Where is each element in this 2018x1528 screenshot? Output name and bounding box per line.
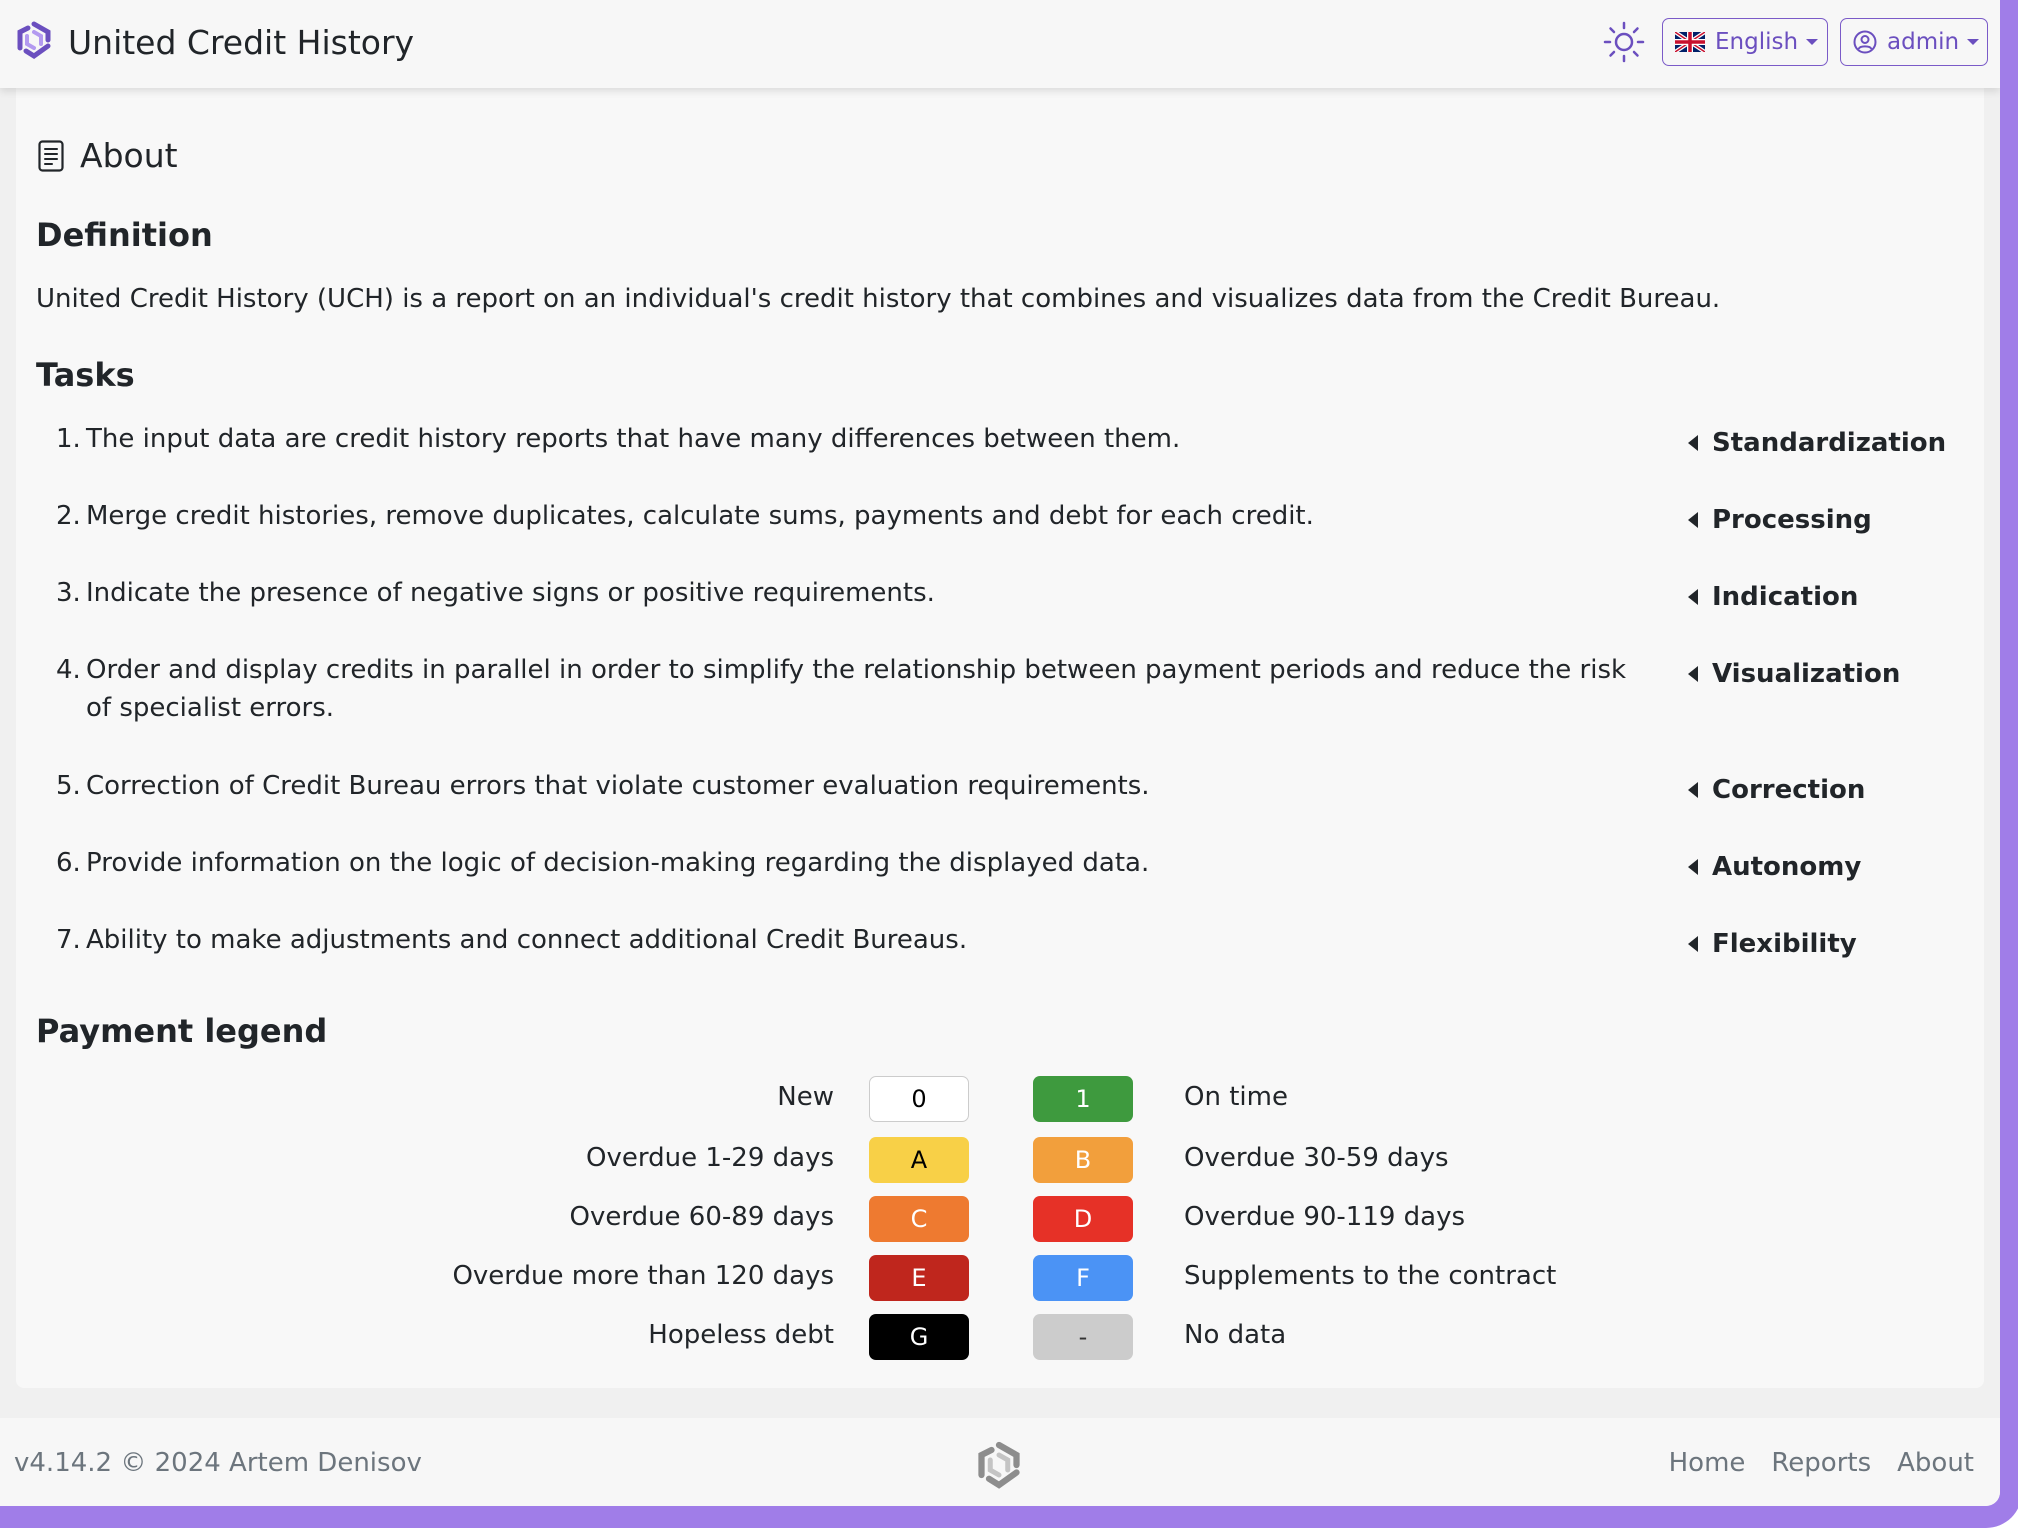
caret-left-icon	[1688, 936, 1698, 952]
legend-label: Overdue more than 120 days	[452, 1261, 834, 1291]
legend-badge: E	[869, 1255, 969, 1301]
logo-icon	[14, 20, 54, 64]
legend-label: Overdue 90-119 days	[1184, 1202, 1466, 1232]
legend-badge: D	[1033, 1196, 1133, 1242]
definition-heading: Definition	[36, 216, 213, 254]
definition-text: United Credit History (UCH) is a report …	[36, 284, 1721, 314]
task-tag-visualization[interactable]: Visualization	[1688, 659, 1900, 689]
sun-icon	[1602, 21, 1646, 68]
language-dropdown[interactable]: English	[1662, 18, 1828, 66]
task-item: 1. The input data are credit history rep…	[56, 424, 1181, 454]
legend-badge: G	[869, 1314, 969, 1360]
chevron-down-icon	[1967, 39, 1980, 45]
task-item: 2. Merge credit histories, remove duplic…	[56, 501, 1314, 531]
app-window: United Credit History English admin Abou…	[0, 0, 2018, 1528]
user-dropdown[interactable]: admin	[1840, 18, 1988, 66]
task-item: 5. Correction of Credit Bureau errors th…	[56, 771, 1150, 801]
caret-left-icon	[1688, 782, 1698, 798]
legend-badge: 0	[869, 1076, 969, 1122]
task-item: 3. Indicate the presence of negative sig…	[56, 578, 935, 608]
task-item: 7. Ability to make adjustments and conne…	[56, 925, 968, 955]
version-text: v4.14.2 © 2024 Artem Denisov	[14, 1448, 422, 1478]
legend-label: Supplements to the contract	[1184, 1261, 1557, 1291]
navbar: United Credit History English admin	[0, 0, 2000, 88]
tasks-heading: Tasks	[36, 356, 135, 394]
caret-left-icon	[1688, 435, 1698, 451]
page-title: About	[80, 136, 178, 175]
chevron-down-icon	[1806, 39, 1819, 45]
legend-badge: F	[1033, 1255, 1133, 1301]
legend-label: Overdue 1-29 days	[586, 1143, 834, 1173]
legend-label: Overdue 30-59 days	[1184, 1143, 1449, 1173]
user-circle-icon	[1853, 30, 1877, 54]
footer-nav: Home Reports About	[1669, 1448, 1974, 1478]
legend-badge: -	[1033, 1314, 1133, 1360]
task-tag-autonomy[interactable]: Autonomy	[1688, 852, 1861, 882]
legend-label: Overdue 60-89 days	[569, 1202, 834, 1232]
logo-icon	[974, 1440, 1024, 1494]
caret-left-icon	[1688, 666, 1698, 682]
legend-badge: 1	[1033, 1076, 1133, 1122]
task-tag-indication[interactable]: Indication	[1688, 582, 1858, 612]
footer-link-about[interactable]: About	[1897, 1448, 1974, 1478]
language-label: English	[1715, 29, 1799, 55]
task-item: 4. Order and display credits in parallel…	[56, 655, 1627, 723]
caret-left-icon	[1688, 589, 1698, 605]
legend-label: Hopeless debt	[648, 1320, 834, 1350]
caret-left-icon	[1688, 859, 1698, 875]
legend-label: No data	[1184, 1320, 1287, 1350]
user-label: admin	[1887, 29, 1960, 55]
task-tag-processing[interactable]: Processing	[1688, 505, 1872, 535]
about-card: About Definition United Credit History (…	[16, 88, 1984, 1388]
legend-badge: B	[1033, 1137, 1133, 1183]
footer-link-reports[interactable]: Reports	[1771, 1448, 1871, 1478]
task-item: 6. Provide information on the logic of d…	[56, 848, 1150, 878]
legend-heading: Payment legend	[36, 1012, 328, 1050]
footer-link-home[interactable]: Home	[1669, 1448, 1746, 1478]
footer: v4.14.2 © 2024 Artem Denisov Home Report…	[0, 1418, 2000, 1506]
page-header: About	[38, 136, 178, 175]
legend-badge: C	[869, 1196, 969, 1242]
document-icon	[38, 139, 64, 172]
legend-label: New	[777, 1082, 834, 1112]
uk-flag-icon	[1675, 32, 1705, 52]
app-title: United Credit History	[68, 22, 415, 62]
task-tag-correction[interactable]: Correction	[1688, 775, 1865, 805]
caret-left-icon	[1688, 512, 1698, 528]
legend-label: On time	[1184, 1082, 1288, 1112]
task-tag-standardization[interactable]: Standardization	[1688, 428, 1946, 458]
brand[interactable]: United Credit History	[14, 20, 414, 64]
theme-toggle-button[interactable]	[1602, 20, 1646, 64]
legend-badge: A	[869, 1137, 969, 1183]
task-tag-flexibility[interactable]: Flexibility	[1688, 929, 1857, 959]
